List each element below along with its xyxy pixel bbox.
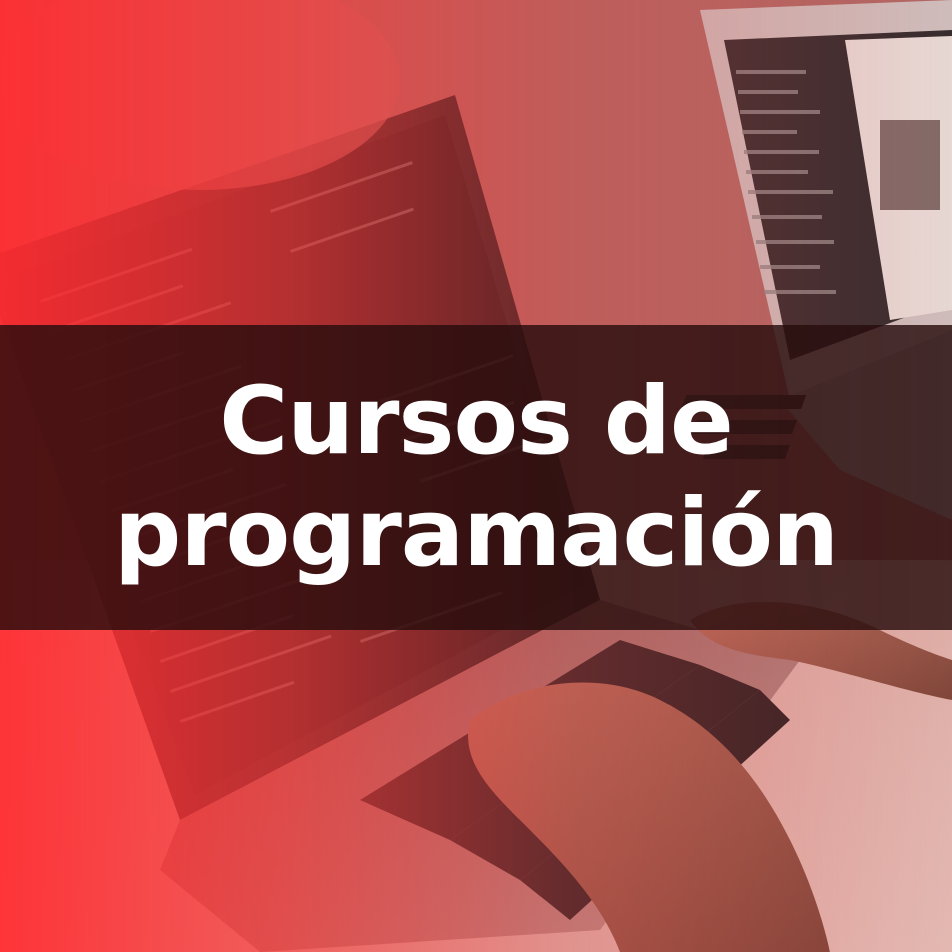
title-banner: Cursos de programación <box>0 325 952 630</box>
promo-image: Cursos de programación <box>0 0 952 952</box>
title-line-2: programación <box>113 478 839 588</box>
title-line-1: Cursos de <box>219 366 734 476</box>
